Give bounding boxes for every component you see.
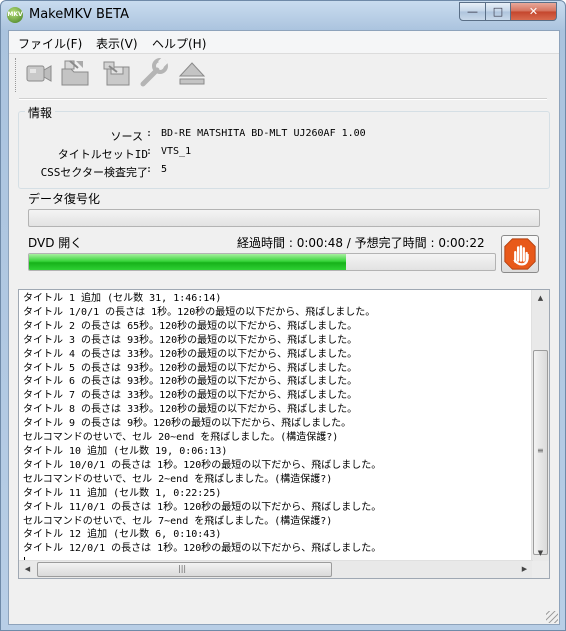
info-colon: : [146,164,153,175]
log-panel[interactable]: タイトル 1 追加 (セル数 31, 1:46:14) タイトル 1/0/1 の長… [18,289,550,579]
data-decrypt-progress [28,209,540,227]
info-colon: : [146,146,153,157]
info-titleset-value: VTS_1 [161,146,192,157]
slash: / [346,236,355,250]
vertical-scrollbar[interactable]: ▲ ≡ ▼ [531,290,549,562]
window-title: MakeMKV BETA [29,7,129,22]
info-css-label: CSSセクター検査完了 [40,166,148,179]
log-line: タイトル 6 の長さは 93秒。120秒の最短の以下だから、飛ばしました。 [23,376,358,388]
makemkv-app-icon: MKV [7,7,23,23]
log-line: タイトル 10/0/1 の長さは 1秒。120秒の最短の以下だから、飛ばしました… [23,459,382,471]
minimize-icon: — [467,5,478,18]
close-icon: ✕ [528,5,539,18]
log-line: タイトル 5 の長さは 93秒。120秒の最短の以下だから、飛ばしました。 [23,362,358,374]
info-legend: 情報 [25,104,56,121]
scroll-corner [532,561,549,578]
log-line: タイトル 11/0/1 の長さは 1秒。120秒の最短の以下だから、飛ばしました… [23,501,382,513]
current-progress [28,253,496,271]
resize-grip-icon[interactable] [546,611,558,623]
open-files-button[interactable] [59,57,91,89]
elapsed-label: 経過時間 [237,236,286,250]
maximize-icon: □ [492,5,504,18]
elapsed-value: 0:00:48 [296,236,343,250]
horizontal-scroll-thumb[interactable]: ||| [37,562,332,577]
info-colon: : [146,128,153,139]
info-titleset-label: タイトルセットID [57,148,148,161]
log-line: タイトル 1/0/1 の長さは 1秒。120秒の最短の以下だから、飛ばしました。 [23,306,376,318]
toolbar-grip[interactable] [15,58,19,92]
open-disc-button[interactable] [23,57,55,89]
eject-icon [178,62,206,85]
settings-button[interactable] [138,57,170,89]
vertical-scroll-thumb[interactable]: ≡ [533,350,548,555]
scroll-down-icon[interactable]: ▼ [532,545,549,562]
current-progress-fill [29,254,346,270]
log-line: セルコマンドのせいで、セル 2~end を飛ばしました。(構造保護?) [23,473,333,485]
time-status: 経過時間 : 0:00:48 / 予想完了時間 : 0:00:22 [237,234,485,251]
stop-button[interactable] [501,235,539,273]
log-line: タイトル 3 の長さは 93秒。120秒の最短の以下だから、飛ばしました。 [23,334,358,346]
open-files-icon [61,60,89,86]
log-line: タイトル 1 追加 (セル数 31, 1:46:14) [23,293,222,304]
thumb-grip-icon: ||| [178,564,187,573]
log-line: タイトル 11 追加 (セル数 1, 0:22:25) [23,487,222,499]
log-line: タイトル 12/0/1 の長さは 1秒。120秒の最短の以下だから、飛ばしました… [23,543,382,555]
remaining-label: 予想完了時間 [354,236,427,250]
title-bar[interactable]: MKV MakeMKV BETA — □ ✕ [1,1,565,29]
maximize-button[interactable]: □ [485,2,511,21]
log-line: タイトル 7 の長さは 33秒。120秒の最短の以下だから、飛ばしました。 [23,390,358,402]
info-source-label: ソース [110,130,143,143]
toolbar-separator [19,98,547,100]
log-line: セルコマンドのせいで、セル 7~end を飛ばしました。(構造保護?) [23,515,333,527]
log-line: タイトル 8 の長さは 33秒。120秒の最短の以下だから、飛ばしました。 [23,404,358,416]
backup-button[interactable] [101,57,133,89]
toolbar [9,54,559,96]
menu-file[interactable]: ファイル(F) [18,35,82,52]
menu-bar: ファイル(F) 表示(V) ヘルプ(H) [9,31,559,54]
scroll-right-icon[interactable]: ▶ [516,561,533,578]
close-button[interactable]: ✕ [510,2,557,21]
stop-hand-icon [504,238,536,270]
scroll-left-icon[interactable]: ◀ [19,561,36,578]
log-line: タイトル 9 の長さは 9秒。120秒の最短の以下だから、飛ばしました。 [23,418,352,430]
app-window: MKV MakeMKV BETA — □ ✕ ファイル(F) 表示(V) ヘルプ… [0,0,566,631]
remaining-value: 0:00:22 [438,236,485,250]
menu-help[interactable]: ヘルプ(H) [152,35,206,52]
log-line: セルコマンドのせいで、セル 20~end を飛ばしました。(構造保護?) [23,432,339,444]
backup-icon [103,61,130,86]
menu-view[interactable]: 表示(V) [96,35,138,52]
scroll-up-icon[interactable]: ▲ [532,290,549,307]
settings-wrench-icon [140,57,168,87]
horizontal-scrollbar[interactable]: ◀ ||| ▶ [19,560,533,578]
log-line: タイトル 2 の長さは 65秒。120秒の最短の以下だから、飛ばしました。 [23,320,358,332]
status-bar [9,607,559,624]
client-area: ファイル(F) 表示(V) ヘルプ(H) 情報 ソース: BD-RE MATS… [8,30,560,625]
minimize-button[interactable]: — [459,2,486,21]
thumb-grip-icon: ≡ [537,446,544,455]
colon: : [288,236,297,250]
log-line: タイトル 10 追加 (セル数 19, 0:06:13) [23,445,228,457]
info-source-value: BD-RE MATSHITA BD-MLT UJ260AF 1.00 [161,128,366,139]
data-decrypt-label: データ復号化 [28,192,101,206]
open-disc-icon [26,65,52,82]
info-css-value: 5 [161,164,168,175]
eject-button[interactable] [176,57,208,89]
log-line: タイトル 4 の長さは 33秒。120秒の最短の以下だから、飛ばしました。 [23,348,358,360]
current-operation-label: DVD 開く [28,236,83,250]
log-text: タイトル 1 追加 (セル数 31, 1:46:14) タイトル 1/0/1 の長… [23,292,528,556]
log-line: タイトル 12 追加 (セル数 6, 0:10:43) [23,529,222,541]
